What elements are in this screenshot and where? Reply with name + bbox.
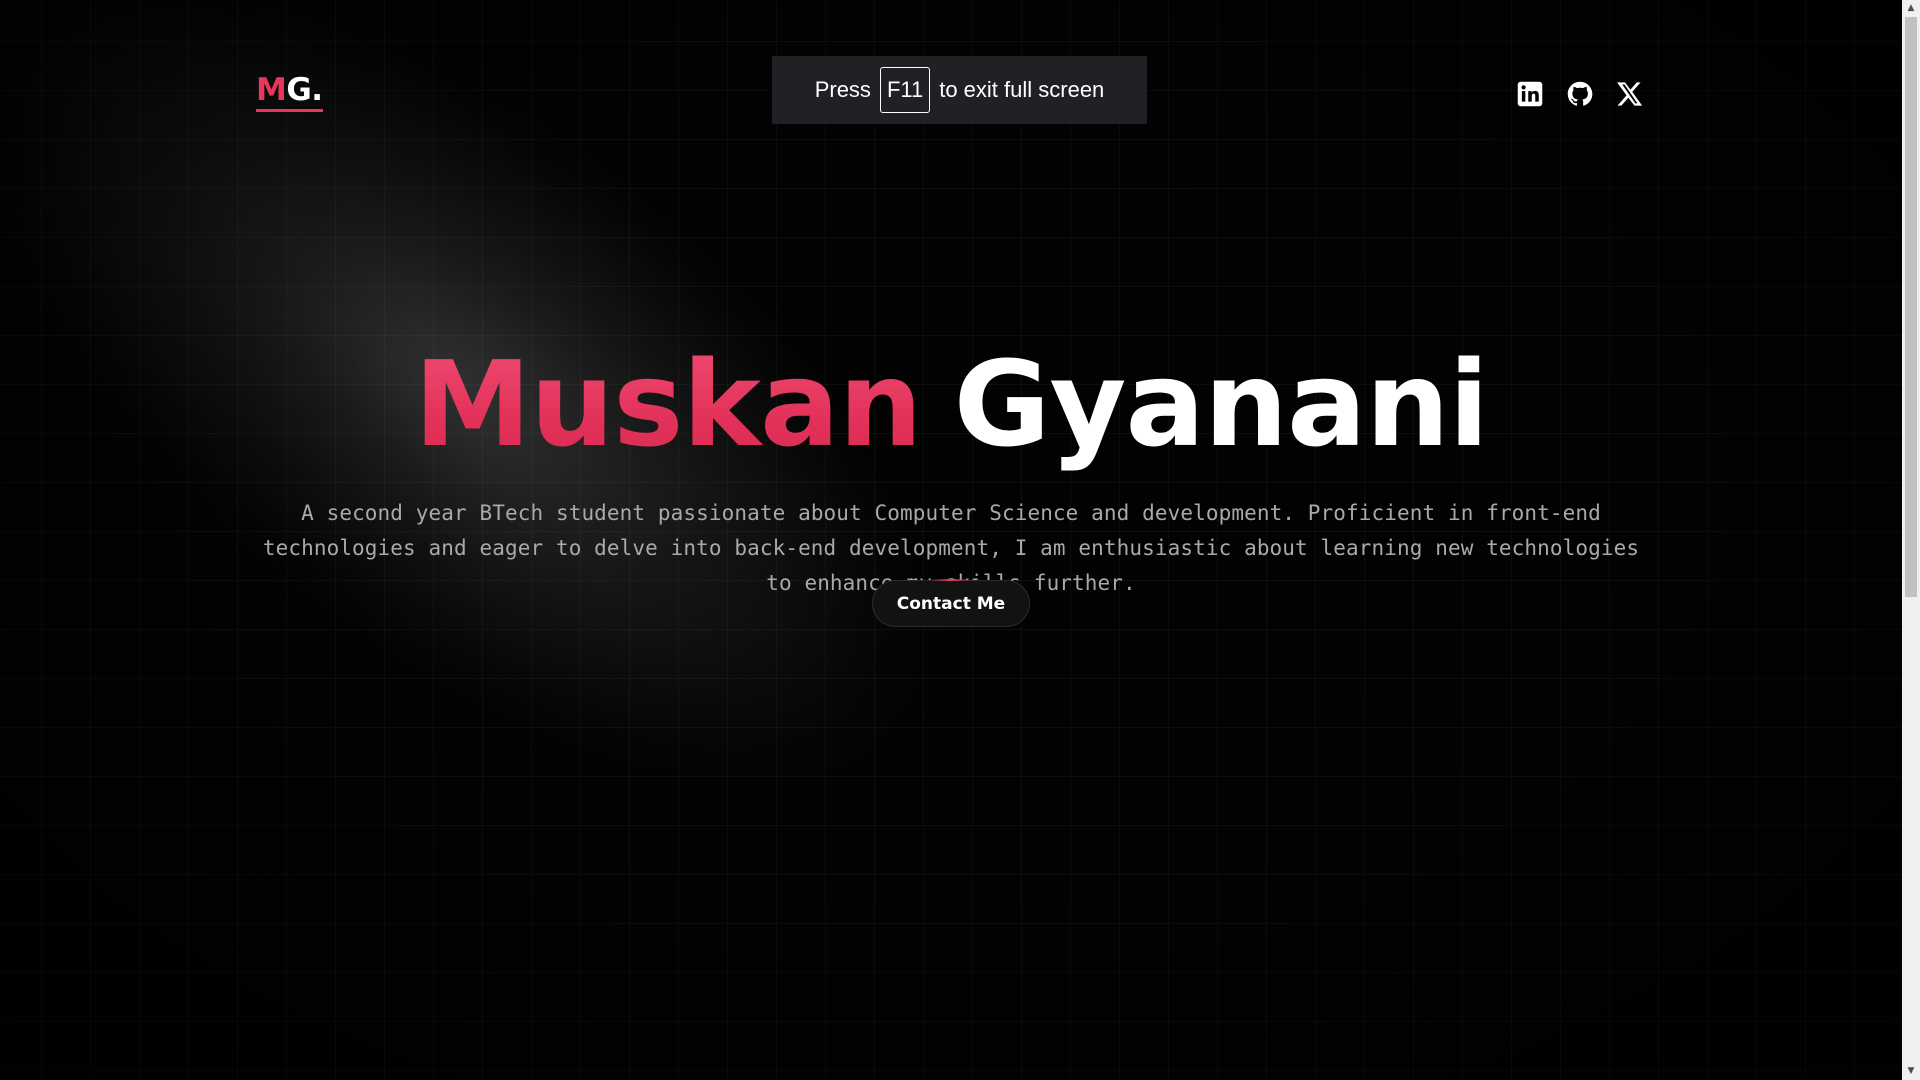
toast-suffix: to exit full screen [939, 77, 1105, 102]
linkedin-icon [1517, 81, 1543, 107]
site-logo[interactable]: MG. [256, 74, 323, 112]
scroll-down-arrow-icon[interactable]: ▼ [1902, 1063, 1920, 1080]
hero-first-name: Muskan [413, 335, 923, 473]
hero-title: Muskan Gyanani [0, 339, 1902, 470]
vertical-scrollbar[interactable]: ▲ ▼ [1902, 0, 1920, 1080]
f11-key-badge: F11 [879, 67, 931, 113]
page-viewport: MG. Press F11 to exit full screen Muskan… [0, 0, 1902, 1080]
logo-accent-letter: M [256, 72, 287, 108]
x-icon [1617, 82, 1643, 106]
button-glow-accent [929, 579, 973, 581]
github-icon [1567, 81, 1593, 106]
toast-prefix: Press [814, 77, 871, 102]
hero-section: Muskan Gyanani A second year BTech studen… [0, 339, 1902, 601]
linkedin-link[interactable] [1516, 80, 1544, 108]
contact-button-wrap: Contact Me [872, 579, 1030, 627]
scroll-up-arrow-icon[interactable]: ▲ [1902, 0, 1920, 17]
hero-last-name: Gyanani [953, 335, 1489, 473]
fullscreen-toast: Press F11 to exit full screen [772, 56, 1147, 124]
github-link[interactable] [1566, 80, 1594, 108]
social-links [1516, 80, 1644, 108]
scrollbar-thumb[interactable] [1905, 17, 1917, 597]
logo-rest-text: G. [286, 72, 323, 108]
contact-me-button[interactable]: Contact Me [872, 580, 1030, 627]
x-link[interactable] [1616, 80, 1644, 108]
